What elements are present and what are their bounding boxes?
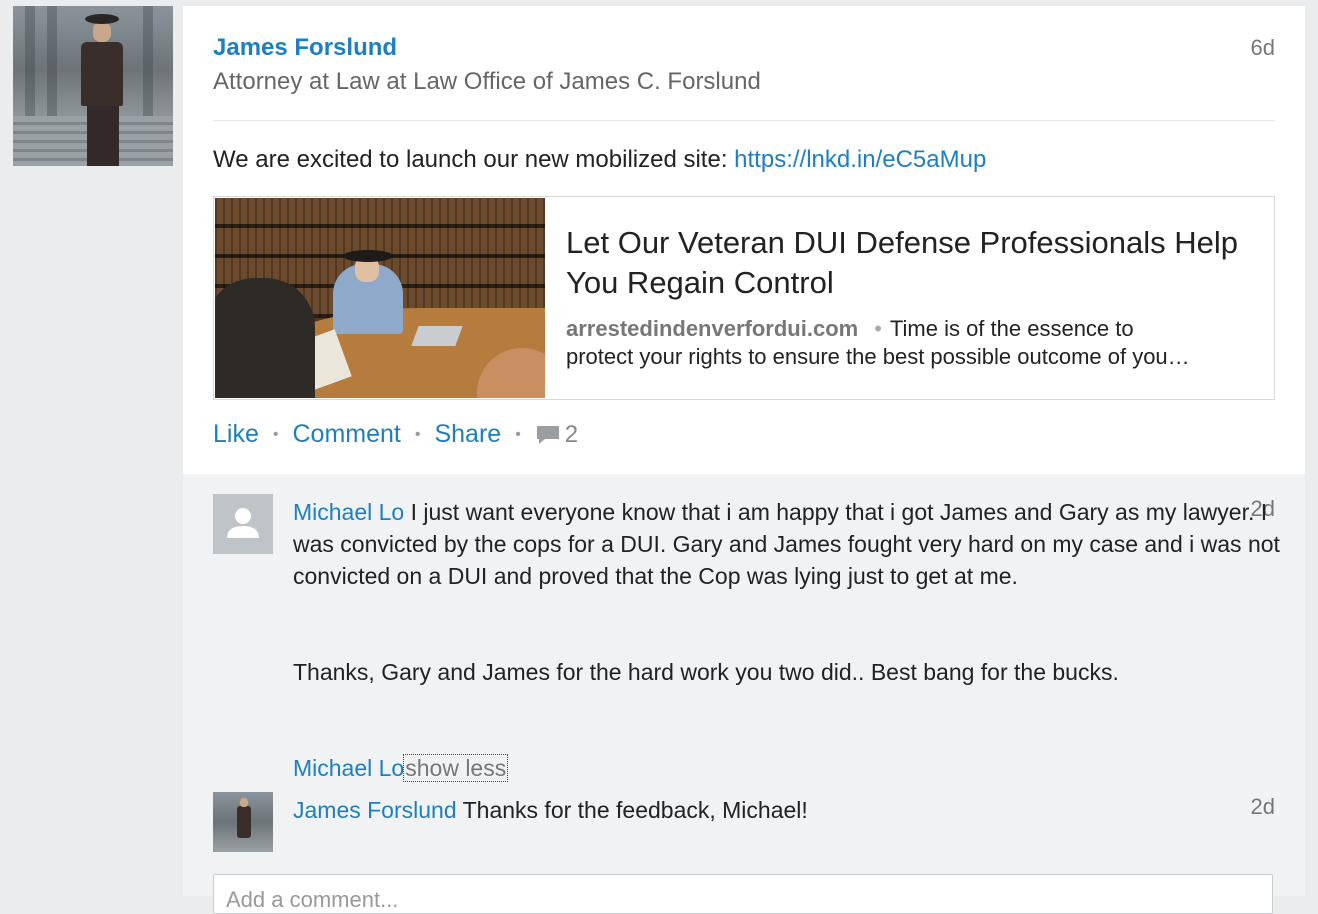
share-button[interactable]: Share — [434, 420, 501, 449]
link-preview-card[interactable]: Let Our Veteran DUI Defense Professional… — [213, 196, 1275, 400]
commenter-name-link[interactable]: Michael Lo — [293, 499, 404, 525]
add-comment-input[interactable]: Add a comment... — [213, 874, 1273, 914]
comment-body-2: Thanks, Gary and James for the hard work… — [293, 659, 1119, 685]
author-headline: Attorney at Law at Law Office of James C… — [213, 68, 761, 95]
comment-text: James Forslund Thanks for the feedback, … — [293, 794, 808, 826]
like-button[interactable]: Like — [213, 420, 259, 449]
separator-dot: • — [874, 316, 882, 341]
link-preview-image[interactable] — [215, 198, 545, 398]
comment-body: Thanks for the feedback, Michael! — [462, 797, 808, 823]
post-card: James Forslund Attorney at Law at Law Of… — [183, 6, 1305, 914]
link-preview-domain: arrestedindenverfordui.com — [566, 316, 859, 341]
post-actions: Like • Comment • Share • 2 — [213, 420, 578, 449]
comment-count-value: 2 — [564, 420, 579, 448]
comments-section: 2d Michael Lo I just want everyone know … — [183, 474, 1305, 914]
show-less-link[interactable]: show less — [403, 754, 509, 782]
action-separator: • — [414, 425, 421, 443]
post-text: We are excited to launch our new mobiliz… — [213, 146, 986, 174]
comment-footer: Michael Loshow less — [293, 752, 509, 784]
link-preview-description: arrestedindenverfordui.com • Time is of th… — [566, 315, 1256, 371]
comment-body: I just want everyone know that i am happ… — [293, 499, 1280, 589]
post-timestamp: 6d — [1250, 35, 1275, 60]
action-separator: • — [515, 425, 521, 443]
comment-timestamp: 2d — [1250, 794, 1275, 819]
action-separator: • — [272, 425, 279, 443]
default-user-icon — [227, 508, 259, 538]
author-avatar[interactable] — [13, 6, 173, 166]
post-body: We are excited to launch our new mobiliz… — [213, 146, 735, 173]
link-preview-title[interactable]: Let Our Veteran DUI Defense Professional… — [566, 223, 1246, 303]
commenter-avatar[interactable] — [213, 494, 273, 554]
comment-bubble-icon — [536, 425, 559, 444]
comment-count[interactable]: 2 — [535, 421, 578, 449]
link-preview-desc-part2: protect your rights to ensure the best p… — [566, 344, 1190, 369]
post-short-link[interactable]: https://lnkd.in/eC5aMup — [734, 146, 986, 173]
comment-signature[interactable]: Michael Lo — [293, 755, 404, 781]
link-preview-desc-part1: Time is of the essence to — [889, 316, 1134, 341]
commenter-avatar[interactable] — [213, 792, 273, 852]
commenter-name-link[interactable]: James Forslund — [293, 797, 457, 823]
comment-button[interactable]: Comment — [292, 420, 400, 449]
header-divider — [213, 120, 1275, 121]
comment-text: Michael Lo I just want everyone know tha… — [293, 496, 1293, 592]
author-name-link[interactable]: James Forslund — [213, 34, 397, 62]
